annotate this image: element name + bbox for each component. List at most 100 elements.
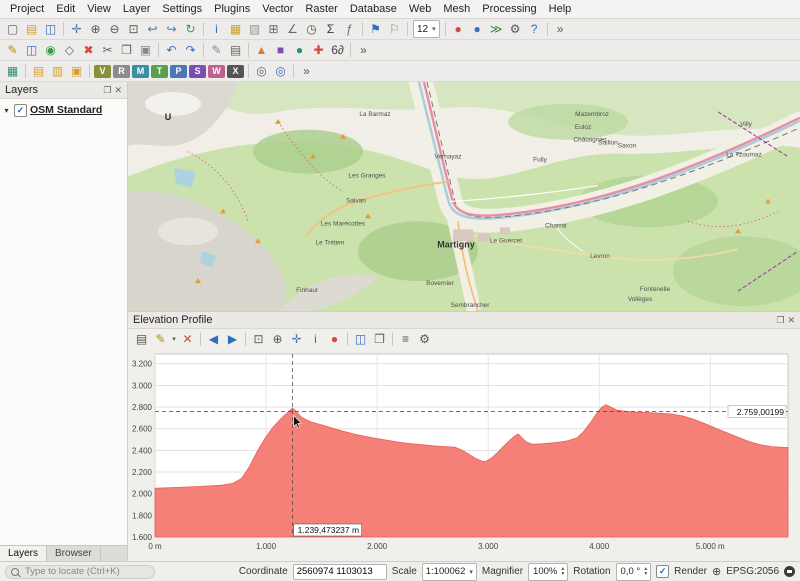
spinner-arrows-icon[interactable]: ▲▼: [643, 567, 648, 577]
show-layer-tree-icon[interactable]: ▤: [133, 330, 151, 348]
close-panel-icon[interactable]: ✕: [114, 85, 122, 96]
magnifier-spinner[interactable]: 100% ▲▼: [528, 563, 568, 581]
layer-visibility-checkbox[interactable]: ✓: [14, 104, 27, 117]
copy-features-icon[interactable]: ❐: [118, 41, 136, 59]
menu-database[interactable]: Database: [344, 0, 403, 18]
zoom-full-icon[interactable]: ⊡: [250, 330, 268, 348]
field-calculator-icon[interactable]: ƒ: [341, 20, 359, 38]
plugin-dot-icon[interactable]: ●: [291, 41, 309, 59]
add-delimited-text-icon[interactable]: T: [151, 65, 168, 78]
layer-item-osm-standard[interactable]: ▾ ✓ OSM Standard: [0, 102, 127, 118]
zoom-last-icon[interactable]: ↩: [144, 20, 162, 38]
float-panel-icon[interactable]: ❐: [103, 85, 111, 96]
temporal-controller-icon[interactable]: ◷: [303, 20, 321, 38]
scale-combo[interactable]: 1:100062 ▾: [422, 563, 477, 581]
export-profile-icon[interactable]: ◫: [352, 330, 370, 348]
map-canvas[interactable]: ULa BarmazMazembrozEulozChâtaignierSaill…: [128, 82, 800, 312]
cut-features-icon[interactable]: ✂: [99, 41, 117, 59]
coordinate-input[interactable]: [293, 564, 387, 580]
add-mesh-layer-icon[interactable]: M: [132, 65, 149, 78]
menu-mesh[interactable]: Mesh: [437, 0, 476, 18]
zoom-icon[interactable]: ⊕: [269, 330, 287, 348]
profile-settings-icon[interactable]: ⚙: [416, 330, 434, 348]
menu-project[interactable]: Project: [4, 0, 50, 18]
menu-edit[interactable]: Edit: [50, 0, 81, 18]
python-console-icon[interactable]: ≫: [487, 20, 505, 38]
new-bookmark-icon[interactable]: ⚑: [367, 20, 385, 38]
zoom-out-icon[interactable]: ⊖: [106, 20, 124, 38]
add-feature-icon[interactable]: ◉: [42, 41, 60, 59]
plugin-blue-icon[interactable]: ●: [468, 20, 486, 38]
nudge-left-icon[interactable]: ◀: [205, 330, 223, 348]
layout-manager-icon[interactable]: ▤: [227, 41, 245, 59]
snapping-icon[interactable]: ●: [326, 330, 344, 348]
menu-plugins[interactable]: Plugins: [208, 0, 256, 18]
export-image-icon[interactable]: ❐: [371, 330, 389, 348]
plugin-square-icon[interactable]: ■: [272, 41, 290, 59]
rotation-spinner[interactable]: 0,0 ° ▲▼: [616, 563, 652, 581]
menu-view[interactable]: View: [81, 0, 117, 18]
menu-vector[interactable]: Vector: [256, 0, 299, 18]
toolbar-overflow-icon[interactable]: »: [355, 41, 373, 59]
float-panel-icon[interactable]: ❐: [776, 315, 784, 326]
redo-icon[interactable]: ↷: [182, 41, 200, 59]
show-bookmarks-icon[interactable]: ⚐: [386, 20, 404, 38]
messages-icon[interactable]: [784, 566, 795, 577]
zoom-next-icon[interactable]: ↪: [163, 20, 181, 38]
add-xyz-layer-icon[interactable]: X: [227, 65, 244, 78]
open-folder-icon[interactable]: ▥: [49, 62, 67, 80]
delete-selected-icon[interactable]: ✖: [80, 41, 98, 59]
capture-curve-icon-dropdown[interactable]: ▾: [170, 335, 178, 343]
new-project-icon[interactable]: ▢: [4, 20, 22, 38]
save-project-icon[interactable]: ◫: [42, 20, 60, 38]
spinner-arrows-icon[interactable]: ▲▼: [560, 567, 565, 577]
plugin-6d-icon[interactable]: 6∂: [329, 41, 347, 59]
profile-options-icon[interactable]: ≡: [397, 330, 415, 348]
render-checkbox[interactable]: ✓: [656, 565, 669, 578]
locate-input[interactable]: [23, 565, 147, 578]
annotation-icon[interactable]: ✎: [208, 41, 226, 59]
elevation-chart[interactable]: 0 m1.0002.0003.0004.0005.000 m1.6001.800…: [128, 349, 800, 561]
tab-browser[interactable]: Browser: [47, 546, 101, 561]
refresh-map-icon[interactable]: ↻: [182, 20, 200, 38]
paste-features-icon[interactable]: ▣: [137, 41, 155, 59]
pan-map-icon[interactable]: ✛: [68, 20, 86, 38]
zoom-in-icon[interactable]: ⊕: [87, 20, 105, 38]
menu-web[interactable]: Web: [403, 0, 437, 18]
project-folder-icon[interactable]: ▣: [68, 62, 86, 80]
expander-icon[interactable]: ▾: [2, 106, 11, 115]
deselect-features-icon[interactable]: ▧: [246, 20, 264, 38]
save-edits-icon[interactable]: ◫: [23, 41, 41, 59]
zoom-full-icon[interactable]: ⊡: [125, 20, 143, 38]
toggle-editing-icon[interactable]: ✎: [4, 41, 22, 59]
add-spatialite-layer-icon[interactable]: S: [189, 65, 206, 78]
new-folder-icon[interactable]: ▤: [30, 62, 48, 80]
plugin-red-icon[interactable]: ●: [449, 20, 467, 38]
add-vector-layer-icon[interactable]: V: [94, 65, 111, 78]
add-postgis-layer-icon[interactable]: P: [170, 65, 187, 78]
vertex-tool-icon[interactable]: ◇: [61, 41, 79, 59]
help-icon[interactable]: ?: [525, 20, 543, 38]
measure-icon[interactable]: ∠: [284, 20, 302, 38]
menu-help[interactable]: Help: [543, 0, 578, 18]
select-features-icon[interactable]: ▦: [227, 20, 245, 38]
open-project-icon[interactable]: ▤: [23, 20, 41, 38]
plugin-cross-icon[interactable]: ✚: [310, 41, 328, 59]
toolbar-value-combo[interactable]: 12▾: [413, 20, 440, 38]
street-view-icon[interactable]: ◎: [272, 62, 290, 80]
add-wms-layer-icon[interactable]: W: [208, 65, 225, 78]
undo-icon[interactable]: ↶: [163, 41, 181, 59]
identify-icon[interactable]: i: [307, 330, 325, 348]
menu-settings[interactable]: Settings: [156, 0, 208, 18]
locate-search-box[interactable]: [5, 565, 155, 579]
add-raster-layer-icon[interactable]: R: [113, 65, 130, 78]
open-attribute-table-icon[interactable]: ⊞: [265, 20, 283, 38]
crs-value[interactable]: EPSG:2056: [726, 566, 779, 577]
toolbar-overflow-icon[interactable]: »: [551, 20, 569, 38]
statistics-icon[interactable]: Σ: [322, 20, 340, 38]
pan-icon[interactable]: ✛: [288, 330, 306, 348]
identify-features-icon[interactable]: i: [208, 20, 226, 38]
toolbar-overflow-icon[interactable]: »: [298, 62, 316, 80]
menu-raster[interactable]: Raster: [299, 0, 343, 18]
processing-toolbox-icon[interactable]: ⚙: [506, 20, 524, 38]
